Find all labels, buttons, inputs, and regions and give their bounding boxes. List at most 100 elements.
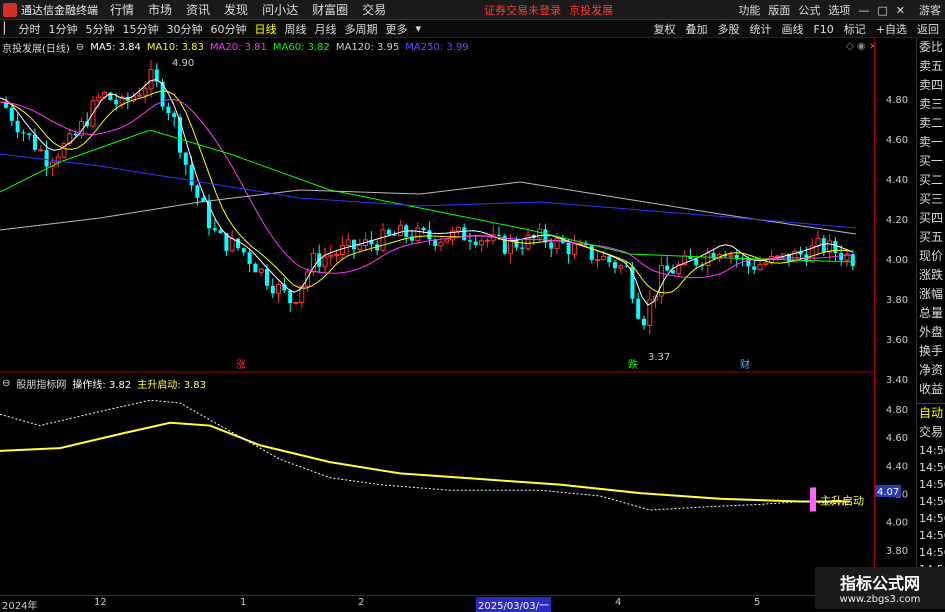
menu-wealth[interactable]: 财富圈 (312, 1, 348, 18)
candle-body (473, 241, 478, 245)
menu-formula[interactable]: 公式 (798, 2, 820, 18)
candle-body (136, 94, 142, 97)
side-item[interactable]: 买三 (917, 190, 945, 209)
side-item[interactable]: 卖五 (917, 57, 945, 76)
period-5min[interactable]: 5分钟 (85, 21, 114, 37)
period-tick[interactable]: 分时 (18, 21, 40, 37)
trade-time: 14:56 (919, 444, 945, 457)
side-item[interactable]: 买一 (917, 152, 945, 171)
legend-ma20: MA20: 3.81 (209, 41, 267, 53)
trade-label[interactable]: 交易 (917, 423, 945, 442)
overlay-button[interactable]: 叠加 (683, 21, 709, 37)
op-line (0, 421, 850, 503)
adjust-button[interactable]: 复权 (651, 21, 677, 37)
price-tick-label: 3.80 (886, 295, 908, 306)
side-item[interactable]: 卖二 (917, 114, 945, 133)
auto-label[interactable]: 自动 (917, 403, 945, 423)
side-item[interactable]: 外盘 (917, 323, 945, 342)
stats-button[interactable]: 统计 (747, 21, 773, 37)
close-icon[interactable]: ✕ (896, 4, 905, 17)
candle-body (415, 227, 421, 242)
candle-body (728, 254, 734, 257)
back-button[interactable]: 返回 (915, 21, 941, 37)
legend-op-line: 操作线: 3.82 (72, 379, 132, 391)
period-15min[interactable]: 15分钟 (122, 21, 158, 37)
candle-body (497, 234, 501, 236)
sub-toggle-icon[interactable]: ⊖ (2, 378, 10, 389)
menu-function[interactable]: 功能 (738, 2, 760, 18)
menu-news[interactable]: 资讯 (186, 1, 210, 18)
legend-ma120: MA120: 3.95 (335, 41, 400, 53)
candle-body (241, 248, 246, 253)
candle-body (334, 253, 340, 256)
trade-time: 14:56 (919, 512, 945, 525)
side-item[interactable]: 涨幅 (917, 285, 945, 304)
date-label: 4 (615, 597, 622, 608)
menu-market[interactable]: 市场 (148, 1, 172, 18)
candle-body (520, 247, 525, 249)
period-multi[interactable]: 多周期 (344, 21, 377, 37)
period-60min[interactable]: 60分钟 (210, 21, 246, 37)
multi-stock-button[interactable]: 多股 (715, 21, 741, 37)
user-label[interactable]: 游客 (919, 2, 941, 18)
maximize-icon[interactable]: □ (877, 4, 887, 17)
minimize-icon[interactable]: — (858, 4, 869, 17)
menu-options[interactable]: 选项 (828, 2, 850, 18)
side-item[interactable]: 净资 (917, 361, 945, 380)
candle-body (212, 228, 217, 231)
chart-tools-icons[interactable]: ◇ ◉ × (846, 41, 877, 52)
side-item[interactable]: 收益 (917, 380, 945, 399)
candle-body (549, 242, 554, 249)
mark-button[interactable]: 标记 (842, 21, 868, 37)
side-item[interactable]: 买五 (917, 228, 945, 247)
period-weekly[interactable]: 周线 (284, 21, 306, 37)
period-daily[interactable]: 日线 (254, 21, 276, 37)
high-price-label: 4.90 (172, 58, 194, 69)
watermark-title: 指标公式网 (839, 574, 920, 593)
side-item[interactable]: 卖四 (917, 76, 945, 95)
period-30min[interactable]: 30分钟 (166, 21, 202, 37)
date-label: 2 (358, 597, 365, 608)
price-tick-label: 3.60 (886, 335, 908, 346)
period-toolbar: ▏ 分时 1分钟 5分钟 15分钟 30分钟 60分钟 日线 周线 月线 多周期… (0, 20, 945, 38)
candle-body (658, 265, 664, 297)
draw-button[interactable]: 画线 (779, 21, 805, 37)
candle-body (357, 244, 363, 250)
candle-body (160, 81, 165, 107)
side-item[interactable]: 现价 (917, 247, 945, 266)
side-item[interactable]: 买四 (917, 209, 945, 228)
side-item[interactable]: 买二 (917, 171, 945, 190)
period-1min[interactable]: 1分钟 (48, 21, 77, 37)
side-item[interactable]: 卖一 (917, 133, 945, 152)
menu-quotes[interactable]: 行情 (110, 1, 134, 18)
candle-body (201, 197, 206, 202)
side-item[interactable]: 委比 (917, 38, 945, 57)
candle-body (763, 262, 769, 266)
candle-body (265, 269, 269, 286)
kline-chart[interactable]: 4.90 3.37 涨 跌 财主升启动 (0, 38, 874, 595)
ma250-line (0, 153, 857, 229)
legend-toggle-icon[interactable]: ⊖ (76, 42, 84, 53)
ma120-line (0, 181, 857, 235)
candle-body (607, 256, 612, 263)
candle-body (38, 149, 44, 152)
trade-time: 14:56 (919, 478, 945, 491)
login-alert[interactable]: 证券交易未登录 (484, 2, 561, 18)
menu-trade[interactable]: 交易 (362, 1, 386, 18)
f10-button[interactable]: F10 (811, 23, 835, 36)
side-item[interactable]: 卖三 (917, 95, 945, 114)
candle-body (352, 239, 356, 250)
add-watchlist-button[interactable]: +自选 (874, 21, 909, 37)
menu-ask[interactable]: 问小达 (262, 1, 298, 18)
menu-discover[interactable]: 发现 (224, 1, 248, 18)
period-more[interactable]: 更多 (385, 21, 407, 37)
side-item[interactable]: 涨跌 (917, 266, 945, 285)
menu-layout[interactable]: 版面 (768, 2, 790, 18)
period-monthly[interactable]: 月线 (314, 21, 336, 37)
trade-time: 14:56 (919, 461, 945, 474)
trade-time: 14:56 (919, 495, 945, 508)
side-item[interactable]: 换手 (917, 342, 945, 361)
side-item[interactable]: 总量 (917, 304, 945, 323)
collapse-icon[interactable]: ▏ (2, 22, 14, 35)
more-dropdown-icon[interactable]: ▾ (415, 22, 421, 35)
